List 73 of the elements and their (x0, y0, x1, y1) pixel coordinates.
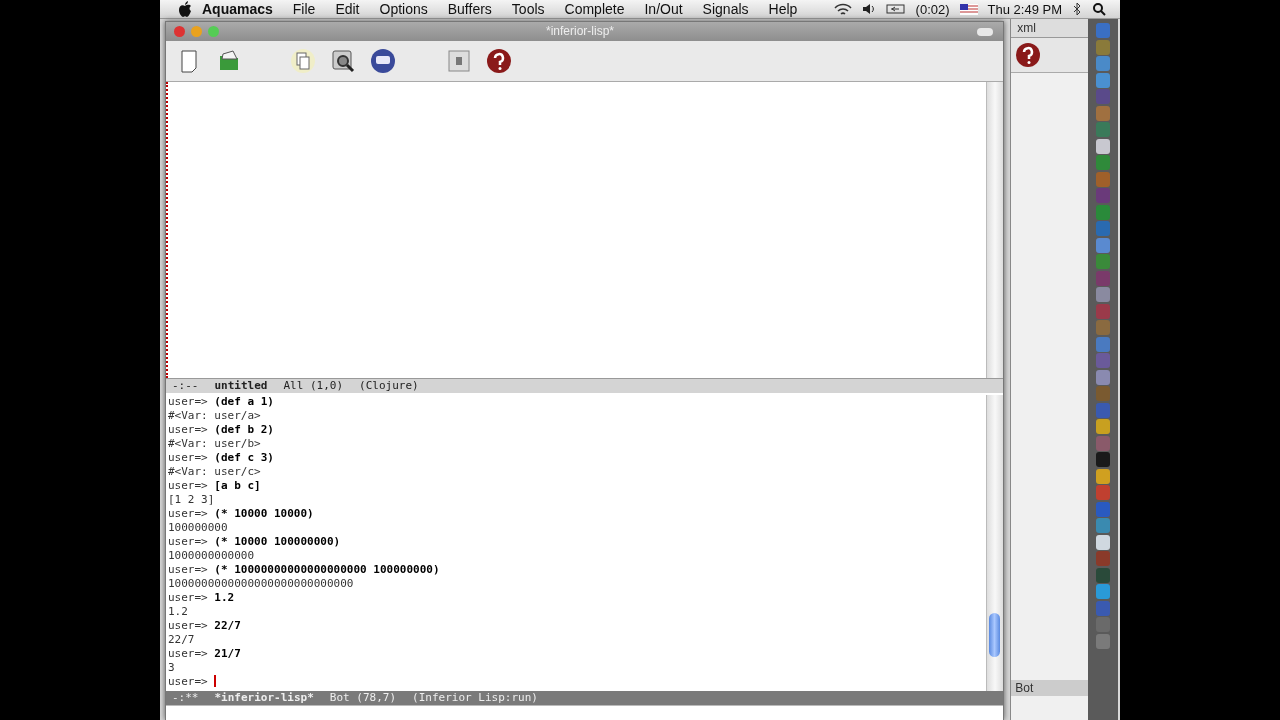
search-icon[interactable] (330, 48, 356, 74)
repl-line: user=> (* 10000 100000000) (168, 535, 342, 549)
menu-item[interactable]: Edit (325, 1, 370, 17)
repl-line: user=> (def b 2) (168, 423, 275, 437)
menu-item[interactable]: Tools (501, 1, 555, 17)
repl-line: [1 2 3] (168, 493, 216, 507)
app-icon[interactable] (1096, 72, 1111, 88)
menu-item[interactable]: Help (758, 1, 808, 17)
clock[interactable]: Thu 2:49 PM (987, 1, 1062, 17)
menu-item[interactable]: Complete (554, 1, 635, 17)
minibuffer[interactable] (166, 705, 1004, 720)
repl-line: 3 (168, 661, 176, 675)
repl-line: 1000000000000 (168, 549, 256, 563)
repl-line: user=> [a b c] (168, 479, 262, 493)
buffer-name: *inferior-lisp* (214, 691, 314, 705)
app-icon[interactable] (1096, 534, 1111, 550)
app-icon[interactable] (1096, 419, 1111, 434)
repl-line: #<Var: user/c> (168, 465, 262, 479)
buffer-name: untitled (214, 379, 268, 393)
search-icon[interactable] (1092, 2, 1106, 16)
scrollbar[interactable] (986, 395, 1004, 691)
repl-line: user=> 22/7 (168, 619, 242, 633)
tab[interactable]: xml (1011, 19, 1089, 38)
menu-item[interactable]: Signals (692, 1, 759, 17)
cursor-position: Bot (78,7) (329, 691, 397, 705)
apple-icon[interactable] (178, 1, 192, 17)
repl-line: user=> (* 10000000000000000000 100000000) (168, 563, 441, 577)
help-icon[interactable] (1015, 42, 1042, 68)
flag-icon[interactable] (959, 3, 978, 15)
print-icon[interactable] (446, 48, 472, 74)
menu-item[interactable]: Buffers (437, 1, 502, 17)
app-icon[interactable] (1096, 584, 1111, 599)
modified-status: -:-- (172, 379, 199, 393)
major-mode: (Clojure) (359, 379, 419, 393)
app-icon[interactable] (1096, 468, 1111, 484)
zoom-button[interactable] (208, 26, 219, 37)
major-mode: (Inferior Lisp:run) (412, 691, 538, 705)
help-icon[interactable] (486, 48, 512, 74)
menu-item[interactable]: File (282, 1, 326, 17)
app-icon[interactable] (1096, 138, 1111, 154)
repl-line: #<Var: user/b> (168, 437, 262, 451)
bluetooth-icon[interactable] (1072, 2, 1082, 16)
window-title: *inferior-lisp* (546, 24, 615, 38)
battery-time[interactable]: (0:02) (915, 1, 950, 17)
app-menu[interactable]: Aquamacs (192, 1, 283, 17)
menu-item[interactable]: In/Out (634, 1, 693, 17)
repl-line: user=> (* 10000 10000) (168, 507, 315, 521)
repl-prompt[interactable]: user=> (168, 675, 987, 689)
repl-line: user=> (def c 3) (168, 451, 275, 465)
cursor-position: All (1,0) (283, 379, 344, 393)
speech-bubble-icon[interactable] (370, 48, 396, 74)
battery-icon[interactable] (885, 4, 906, 14)
repl-line: 22/7 (168, 633, 196, 647)
repl-line: #<Var: user/a> (168, 409, 262, 423)
close-button[interactable] (174, 26, 185, 37)
app-icon[interactable] (1096, 452, 1111, 467)
toolbar-toggle-button[interactable] (977, 27, 994, 36)
speaker-icon[interactable] (861, 3, 876, 15)
menu-item[interactable]: Options (369, 1, 438, 17)
wifi-icon[interactable] (833, 3, 852, 15)
scrollbar[interactable] (986, 82, 1004, 378)
repl-line: user=> (def a 1) (168, 395, 275, 409)
modified-status: -:** (172, 691, 199, 705)
repl-line: user=> 21/7 (168, 647, 242, 661)
app-icon[interactable] (1096, 237, 1111, 253)
repl-line: 100000000 (168, 521, 229, 535)
repl-line: 1000000000000000000000000000 (168, 577, 355, 591)
repl-line: user=> 1.2 (168, 591, 236, 605)
app-icon[interactable] (1096, 369, 1111, 385)
copy-icon[interactable] (290, 48, 316, 74)
repl-line: 1.2 (168, 605, 189, 619)
minimize-button[interactable] (191, 26, 202, 37)
app-icon[interactable] (1096, 287, 1111, 302)
